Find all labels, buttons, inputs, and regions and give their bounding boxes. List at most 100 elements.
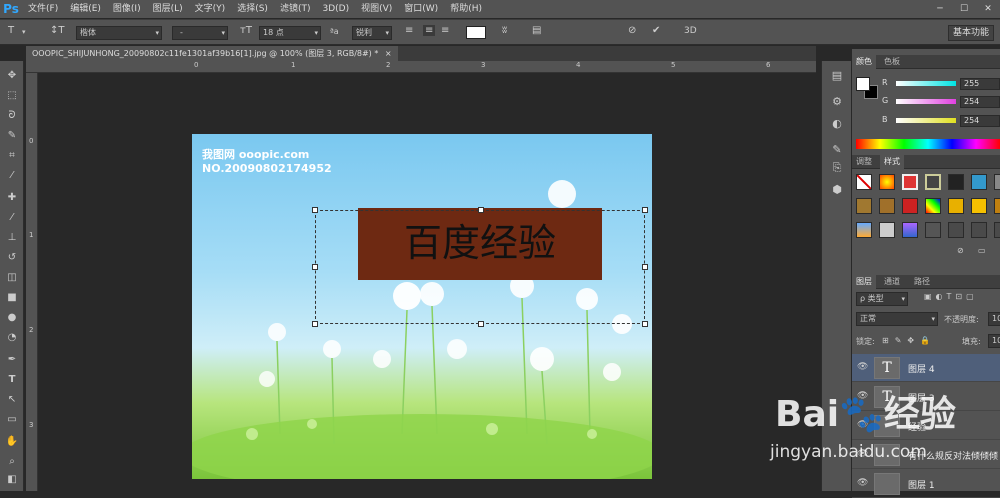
blue-slider[interactable]: B 254 — [852, 115, 1000, 127]
style-swatch-none[interactable] — [856, 174, 872, 190]
type-tool-icon[interactable]: T — [8, 25, 14, 36]
align-right-icon[interactable]: ≡ — [441, 25, 449, 36]
menu-file[interactable]: 文件(F) — [22, 0, 64, 18]
red-track[interactable] — [896, 81, 956, 86]
font-family-select[interactable]: 楷体 ▾ — [76, 26, 162, 40]
commit-icon[interactable]: ✔ — [652, 25, 660, 36]
visibility-eye-icon[interactable]: 👁 — [857, 478, 868, 488]
3d-icon[interactable]: ⬢ — [828, 181, 846, 199]
color-swatches-icon[interactable]: ◧ — [3, 471, 21, 489]
pen-tool-icon[interactable]: ✒ — [3, 351, 21, 369]
zoom-tool-icon[interactable]: ⌕ — [3, 453, 21, 471]
toggle-orientation-icon[interactable]: ↕T — [50, 25, 65, 36]
no-style-icon[interactable]: ⊘ — [957, 246, 964, 255]
layer-filter-icons[interactable]: ▣◐T⊡▢ — [924, 292, 978, 301]
style-swatch[interactable] — [856, 222, 872, 238]
blur-tool-icon[interactable]: ● — [3, 309, 21, 327]
style-swatch[interactable] — [902, 222, 918, 238]
menu-help[interactable]: 帮助(H) — [444, 0, 488, 18]
layer-name[interactable]: 图层 4 — [908, 362, 935, 375]
tab-close-icon[interactable]: × — [385, 49, 392, 58]
move-tool-icon[interactable]: ✥ — [3, 67, 21, 85]
menu-type[interactable]: 文字(Y) — [189, 0, 232, 18]
tab-swatches[interactable]: 色板 — [880, 55, 904, 69]
opacity-input[interactable]: 100 — [988, 312, 1000, 326]
blend-mode-select[interactable]: 正常 ▾ — [856, 312, 938, 326]
transform-handle[interactable] — [478, 207, 484, 213]
history-icon[interactable]: ▤ — [828, 67, 846, 85]
transform-handle[interactable] — [312, 207, 318, 213]
brush-icon[interactable]: ✎ — [828, 141, 846, 159]
transform-handle[interactable] — [312, 321, 318, 327]
red-slider[interactable]: R 255 — [852, 78, 1000, 90]
crop-tool-icon[interactable]: ⌗ — [3, 147, 21, 165]
tab-channels[interactable]: 通道 — [880, 275, 904, 289]
color-spectrum[interactable] — [856, 139, 1000, 149]
green-track[interactable] — [896, 99, 956, 104]
layer-filter-select[interactable]: ρ 类型 ▾ — [856, 292, 908, 306]
style-swatch-selected[interactable] — [925, 174, 941, 190]
menu-image[interactable]: 图像(I) — [107, 0, 147, 18]
transform-handle[interactable] — [642, 207, 648, 213]
tab-color[interactable]: 颜色 — [852, 55, 876, 69]
quick-select-tool-icon[interactable]: ✎ — [3, 127, 21, 145]
adjustments-icon[interactable]: ◐ — [828, 115, 846, 133]
layer-name[interactable]: 图层 1 — [908, 478, 935, 491]
new-style-icon[interactable]: ▭ — [978, 246, 986, 255]
tab-layers[interactable]: 图层 — [852, 275, 876, 289]
tab-adjustments[interactable]: 调整 — [852, 155, 876, 169]
green-value[interactable]: 254 — [960, 96, 1000, 108]
style-swatch[interactable] — [925, 198, 941, 214]
menu-window[interactable]: 窗口(W) — [398, 0, 444, 18]
marquee-tool-icon[interactable]: ⬚ — [3, 87, 21, 105]
cancel-icon[interactable]: ⊘ — [628, 25, 636, 36]
character-panel-icon[interactable]: ▤ — [532, 25, 541, 36]
style-swatch[interactable] — [902, 174, 918, 190]
visibility-eye-icon[interactable]: 👁 — [857, 362, 868, 372]
minimize-button[interactable]: ─ — [928, 0, 952, 18]
dodge-tool-icon[interactable]: ◔ — [3, 329, 21, 347]
eraser-tool-icon[interactable]: ◫ — [3, 269, 21, 287]
menu-filter[interactable]: 滤镜(T) — [274, 0, 317, 18]
style-swatch[interactable] — [879, 222, 895, 238]
blue-value[interactable]: 254 — [960, 115, 1000, 127]
menu-3d[interactable]: 3D(D) — [316, 0, 355, 18]
document-tab[interactable]: OOOPIC_SHIJUNHONG_20090802c11fe1301af39b… — [26, 46, 398, 61]
lock-icons[interactable]: ⊞✎✥🔒 — [882, 336, 936, 345]
transform-bounding-box[interactable] — [312, 207, 648, 327]
text-color-swatch[interactable] — [466, 26, 486, 39]
properties-icon[interactable]: ⚙ — [828, 93, 846, 111]
style-swatch[interactable] — [948, 198, 964, 214]
fill-input[interactable]: 100 — [988, 334, 1000, 348]
gradient-tool-icon[interactable]: ■ — [3, 289, 21, 307]
tab-paths[interactable]: 路径 — [910, 275, 934, 289]
style-swatch[interactable] — [948, 174, 964, 190]
menu-view[interactable]: 视图(V) — [355, 0, 398, 18]
hand-tool-icon[interactable]: ✋ — [3, 433, 21, 451]
font-size-select[interactable]: 18 点 ▾ — [259, 26, 321, 40]
lasso-tool-icon[interactable]: ᘐ — [3, 107, 21, 125]
align-center-icon[interactable]: ≡ — [423, 25, 436, 36]
transform-handle[interactable] — [312, 264, 318, 270]
layer-row-selected[interactable]: 👁 T 图层 4 — [852, 354, 1000, 382]
style-swatch[interactable] — [856, 198, 872, 214]
style-swatch[interactable] — [994, 174, 1000, 190]
style-swatch[interactable] — [971, 174, 987, 190]
menu-select[interactable]: 选择(S) — [231, 0, 274, 18]
tab-styles[interactable]: 样式 — [880, 155, 904, 169]
transform-handle[interactable] — [642, 264, 648, 270]
style-swatch[interactable] — [994, 198, 1000, 214]
healing-tool-icon[interactable]: ✚ — [3, 189, 21, 207]
align-left-icon[interactable]: ≡ — [405, 25, 413, 36]
style-swatch[interactable] — [994, 222, 1000, 238]
style-swatch[interactable] — [879, 174, 895, 190]
layer-row[interactable]: 👁 图层 1 — [852, 470, 1000, 498]
brush-tool-icon[interactable]: ⁄ — [3, 209, 21, 227]
font-style-select[interactable]: - ▾ — [172, 26, 228, 40]
foreground-color[interactable] — [856, 77, 870, 91]
antialias-select[interactable]: 锐利 ▾ — [352, 26, 392, 40]
transform-handle[interactable] — [478, 321, 484, 327]
style-swatch[interactable] — [948, 222, 964, 238]
green-slider[interactable]: G 254 — [852, 96, 1000, 108]
warp-text-icon[interactable]: ʬ — [502, 25, 507, 36]
